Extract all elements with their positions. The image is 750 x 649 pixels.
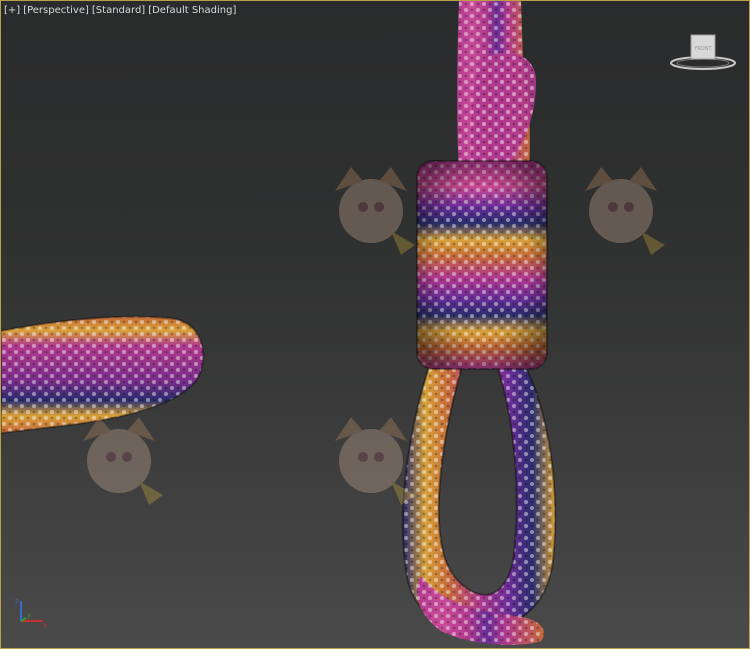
viewport-shading-label[interactable]: [Default Shading] <box>148 5 236 16</box>
viewport-standard-label[interactable]: [Standard] <box>92 5 145 16</box>
viewport-point-of-view-label[interactable]: [Perspective] <box>23 5 89 16</box>
axis-tripod-icon: z x y <box>15 598 47 629</box>
scene-canvas[interactable] <box>1 1 749 648</box>
rope-knot-coil[interactable] <box>416 160 548 370</box>
rope-noose-loop[interactable] <box>401 357 557 645</box>
perspective-viewport[interactable]: [+] [Perspective] [Standard] [Default Shadi… <box>0 0 750 649</box>
viewport-labels: [+] [Perspective] [Standard] [Default Shadi… <box>4 5 239 16</box>
rope-left-segment[interactable] <box>1 315 205 435</box>
rope-standing-part[interactable] <box>457 1 536 171</box>
axis-y-label: y <box>27 612 31 619</box>
viewcube-front-label: FRONT <box>694 46 712 52</box>
axis-z-label: z <box>15 598 18 605</box>
viewcube-icon[interactable]: FRONT <box>669 31 737 73</box>
viewport-menu-plus[interactable]: [+] <box>4 5 20 16</box>
axis-x-label: x <box>43 622 47 629</box>
